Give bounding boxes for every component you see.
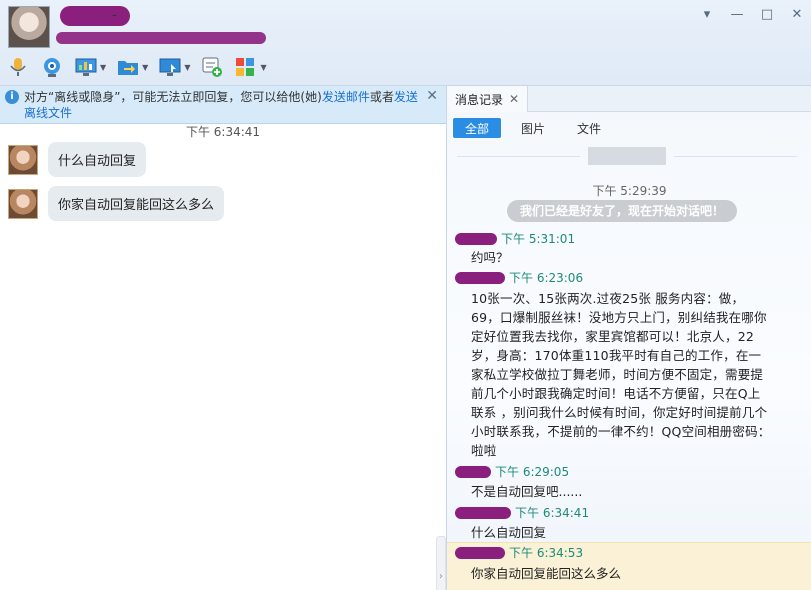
sender-avatar[interactable]: [8, 188, 38, 219]
sender-name-redacted: [455, 271, 505, 284]
video-call-icon: [40, 55, 64, 79]
video-call-button[interactable]: [40, 54, 64, 80]
date-redacted: [588, 147, 666, 165]
filter-files[interactable]: 文件: [565, 118, 613, 138]
notice-text-mid: 或者: [369, 90, 394, 104]
contact-name-redacted: [60, 6, 130, 26]
add-app-icon: [200, 55, 224, 79]
screen-share-icon: [158, 55, 182, 79]
history-tab-bar: 消息记录 ✕: [447, 86, 811, 112]
apps-grid-icon: [234, 55, 258, 79]
history-entry-text[interactable]: 什么自动回复: [471, 523, 791, 542]
divider-line: [457, 155, 580, 157]
history-filter-bar: 全部 图片 文件: [453, 118, 613, 138]
add-app-button[interactable]: [200, 54, 224, 80]
remote-desktop-icon: [74, 55, 98, 79]
chat-message: 什么自动回复: [8, 142, 147, 177]
message-history-panel: 消息记录 ✕ 全部 图片 文件 下午 5:29:39 我们已经是好友了，现在开始…: [446, 86, 811, 590]
history-entry-header: 下午 5:31:01: [455, 230, 575, 247]
chevron-down-icon[interactable]: ▼: [260, 63, 266, 72]
history-entry-text[interactable]: 约吗？: [471, 248, 791, 267]
contact-avatar[interactable]: [8, 6, 50, 48]
entry-time: 下午 6:34:53: [509, 546, 584, 560]
history-entry-header: 下午 6:29:05: [455, 463, 569, 480]
dropdown-menu-icon[interactable]: ▾: [699, 6, 715, 22]
filter-images[interactable]: 图片: [509, 118, 557, 138]
history-entry-text[interactable]: 你家自动回复能回这么多么: [471, 564, 791, 583]
contact-signature-redacted: [56, 32, 266, 44]
minimize-button[interactable]: —: [729, 6, 745, 22]
history-entry-text[interactable]: 不是自动回复吧......: [471, 482, 791, 501]
sender-avatar[interactable]: [8, 144, 38, 175]
entry-time: 下午 6:29:05: [495, 465, 570, 479]
chevron-down-icon[interactable]: ▼: [100, 63, 106, 72]
system-notice: 我们已经是好友了，现在开始对话吧！: [507, 200, 737, 222]
entry-time: 下午 6:34:41: [515, 506, 590, 520]
chat-message: 你家自动回复能回这么多么: [8, 186, 225, 221]
tab-label: 消息记录: [455, 92, 504, 107]
sender-name-redacted: [455, 546, 505, 559]
sender-name-redacted: [455, 232, 497, 245]
voice-call-button[interactable]: [6, 54, 30, 80]
close-icon[interactable]: ✕: [426, 88, 438, 104]
collapse-panel-handle[interactable]: ›: [436, 536, 446, 590]
message-bubble[interactable]: 你家自动回复能回这么多么: [48, 186, 225, 221]
info-icon: i: [5, 90, 19, 104]
close-window-button[interactable]: ✕: [789, 6, 805, 22]
chat-message-pane[interactable]: i 对方“离线或隐身”，可能无法立即回复，您可以给他(她)发送邮件或者发送离线文…: [0, 86, 446, 590]
message-bubble[interactable]: 什么自动回复: [48, 142, 147, 177]
chevron-down-icon[interactable]: ▼: [184, 63, 190, 72]
entry-time: 下午 5:31:01: [501, 232, 576, 246]
filter-all[interactable]: 全部: [453, 118, 502, 138]
history-entry-header: 下午 6:34:41: [455, 504, 589, 521]
window-controls: ▾ — □ ✕: [699, 6, 805, 22]
history-entry-text[interactable]: 10张一次、15张两次.过夜25张 服务内容：做，69，口爆制服丝袜！没地方只上…: [471, 289, 771, 460]
send-file-icon: [116, 55, 140, 79]
sender-name-redacted: [455, 506, 511, 519]
screen-share-button[interactable]: ▼: [158, 54, 190, 80]
date-divider: [457, 147, 797, 165]
chat-window-header: - ▾ — □ ✕ ▼ ▼ ▼ ▼: [0, 0, 811, 86]
divider-line: [674, 155, 797, 157]
close-icon[interactable]: ✕: [509, 92, 519, 106]
tab-message-history[interactable]: 消息记录 ✕: [447, 86, 529, 112]
message-timestamp: 下午 6:34:41: [185, 125, 261, 139]
entry-time: 下午 6:23:06: [509, 271, 584, 285]
history-entry-header: 下午 6:23:06: [455, 269, 583, 286]
send-file-button[interactable]: ▼: [116, 54, 148, 80]
chevron-down-icon[interactable]: ▼: [142, 63, 148, 72]
contact-name-suffix: -: [112, 8, 117, 23]
sender-name-redacted: [455, 465, 491, 478]
history-entry-header: 下午 6:34:53: [455, 544, 583, 561]
voice-call-icon: [6, 55, 30, 79]
chat-toolbar: ▼ ▼ ▼ ▼: [6, 54, 267, 80]
remote-desktop-button[interactable]: ▼: [74, 54, 106, 80]
apps-grid-button[interactable]: ▼: [234, 54, 267, 80]
send-email-link[interactable]: 发送邮件: [322, 90, 370, 104]
offline-notice-bar: i 对方“离线或隐身”，可能无法立即回复，您可以给他(她)发送邮件或者发送离线文…: [0, 86, 446, 124]
notice-text: 对方“离线或隐身”，可能无法立即回复，您可以给他(她): [24, 90, 322, 104]
maximize-button[interactable]: □: [759, 6, 775, 22]
system-timestamp: 下午 5:29:39: [592, 184, 667, 198]
